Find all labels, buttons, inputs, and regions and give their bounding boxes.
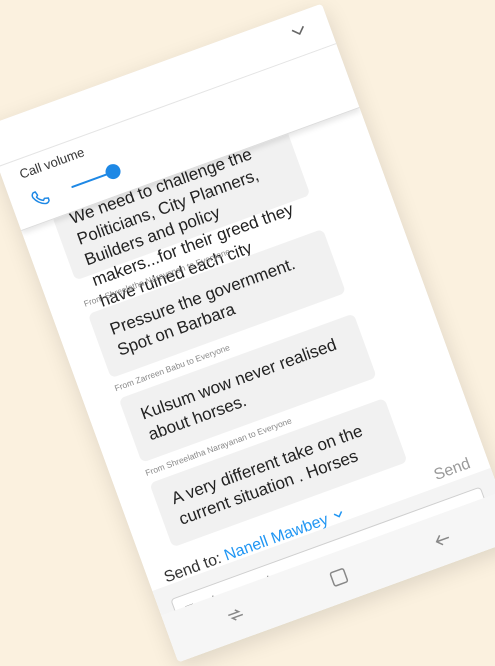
home-icon[interactable] <box>326 565 352 591</box>
chevron-down-icon[interactable] <box>288 22 309 39</box>
back-icon[interactable] <box>429 527 455 553</box>
phone-screen: We need to challenge the Politicians, Ci… <box>0 3 495 663</box>
recents-icon[interactable] <box>223 602 249 628</box>
volume-slider-thumb[interactable] <box>103 161 123 182</box>
phone-icon <box>31 191 50 205</box>
chevron-down-icon[interactable] <box>333 510 345 520</box>
call-volume-label: Call volume <box>17 144 87 182</box>
